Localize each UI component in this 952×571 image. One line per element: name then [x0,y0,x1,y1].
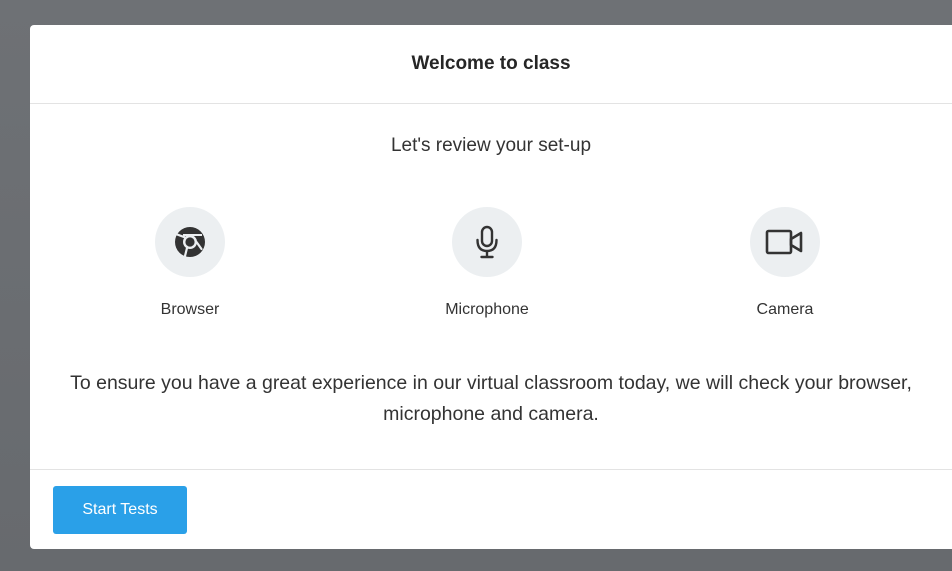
setup-description: To ensure you have a great experience in… [70,372,912,425]
welcome-dialog: Welcome to class Let's review your set-u… [30,25,952,549]
camera-label: Camera [756,301,814,318]
camera-check: Camera [705,207,865,319]
microphone-icon-circle [452,207,522,277]
microphone-check: Microphone [407,207,567,319]
browser-icon-circle [155,207,225,277]
browser-label: Browser [160,301,220,318]
dialog-footer: Start Tests [30,469,952,549]
chrome-icon [175,227,205,258]
dialog-header: Welcome to class [30,25,952,104]
browser-check: Browser [110,207,270,319]
microphone-icon [476,225,498,259]
camera-icon-circle [750,207,820,277]
start-tests-button[interactable]: Start Tests [53,486,187,534]
dialog-title: Welcome to class [411,53,571,74]
video-camera-icon [765,229,803,255]
microphone-label: Microphone [445,301,529,318]
setup-subtitle: Let's review your set-up [390,135,592,156]
